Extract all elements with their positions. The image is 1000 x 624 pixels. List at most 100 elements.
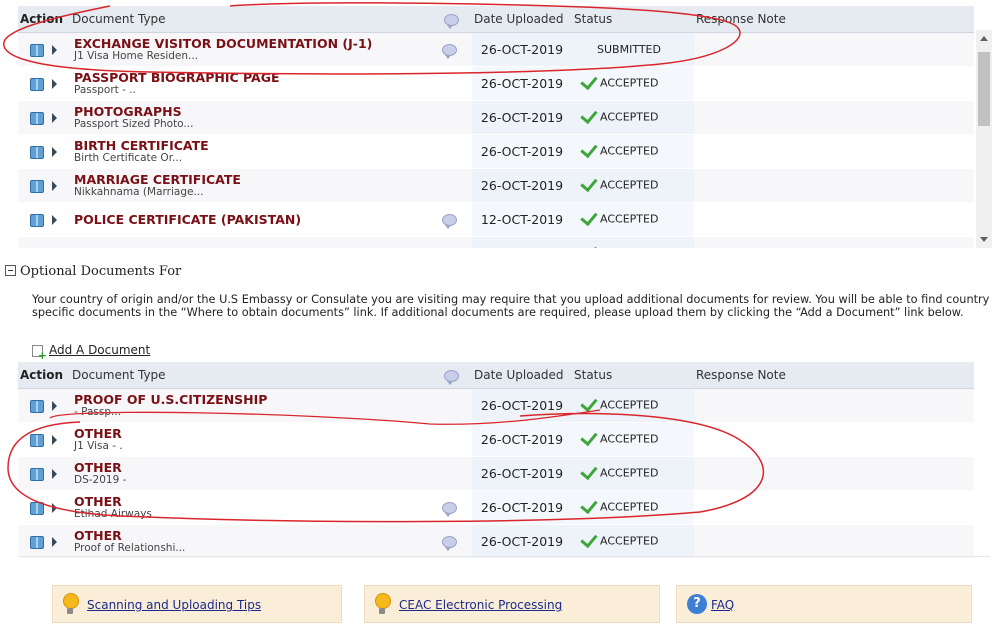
expand-arrow-icon[interactable] — [52, 181, 57, 191]
document-title[interactable]: MARRIAGE CERTIFICATE — [74, 173, 442, 186]
document-subtitle: - Passp... — [74, 405, 122, 418]
table-header: Action Document Type Date Uploaded Statu… — [18, 362, 974, 389]
help-circle-icon: ? — [687, 594, 707, 614]
row-action-cell — [18, 168, 70, 203]
scroll-down-arrow-icon[interactable] — [980, 237, 988, 242]
checkmark-icon — [580, 174, 598, 193]
document-type-cell: PROOF OF U.S.CITIZENSHIP - Passp... — [70, 388, 442, 423]
note-icon-cell — [442, 66, 472, 101]
expand-arrow-icon[interactable] — [52, 113, 57, 123]
document-title[interactable]: EXCHANGE VISITOR DOCUMENTATION (J-1) — [74, 37, 442, 50]
document-title[interactable]: OTHER — [74, 461, 442, 474]
document-title[interactable]: PROOF OF U.S.CITIZENSHIP — [74, 393, 442, 406]
document-type-cell: MARRIAGE CERTIFICATE Nikkahnama (Marriage… — [70, 168, 442, 203]
expand-arrow-icon[interactable] — [52, 147, 57, 157]
date-uploaded-cell: 26-OCT-2019 — [472, 422, 572, 457]
row-action-cell — [18, 524, 70, 559]
column-header-status: Status — [572, 362, 694, 389]
date-uploaded-cell: 26-OCT-2019 — [472, 100, 572, 135]
view-document-icon[interactable] — [30, 111, 44, 125]
note-bubble-icon — [444, 369, 459, 385]
view-document-icon[interactable] — [30, 501, 44, 515]
table-row: PASSPORT BIOGRAPHIC PAGE Passport - .. 26-… — [18, 66, 974, 101]
document-subtitle: J1 Visa - . — [74, 439, 123, 452]
note-icon-cell — [442, 134, 472, 169]
status-label: ACCEPTED — [600, 500, 659, 514]
response-note-cell — [694, 134, 974, 169]
expand-arrow-icon[interactable] — [52, 537, 57, 547]
expand-arrow-icon[interactable] — [52, 503, 57, 513]
expand-arrow-icon[interactable] — [52, 401, 57, 411]
status-label: ACCEPTED — [600, 110, 659, 124]
note-icon-cell — [442, 32, 472, 67]
status-label: ACCEPTED — [600, 212, 659, 226]
view-document-icon[interactable] — [30, 535, 44, 549]
document-title[interactable]: OTHER — [74, 495, 442, 508]
view-document-icon[interactable] — [30, 77, 44, 91]
document-title[interactable]: PASSPORT BIOGRAPHIC PAGE — [74, 71, 442, 84]
response-note-cell — [694, 168, 974, 203]
help-box-ceac[interactable]: CEAC Electronic Processing — [364, 585, 660, 623]
response-note-cell — [694, 388, 974, 423]
view-document-icon[interactable] — [30, 399, 44, 413]
table-row: EXCHANGE VISITOR DOCUMENTATION (J-1) J1 V… — [18, 32, 974, 67]
collapse-section-icon[interactable] — [5, 265, 16, 276]
expand-arrow-icon[interactable] — [52, 469, 57, 479]
response-note-cell — [694, 100, 974, 135]
note-icon-cell — [442, 100, 472, 135]
checkmark-icon — [580, 106, 598, 125]
document-title[interactable]: BIRTH CERTIFICATE — [74, 139, 442, 152]
optional-documents-table: Action Document Type Date Uploaded Statu… — [18, 362, 974, 559]
add-document-link[interactable]: Add A Document — [49, 343, 150, 357]
faq-link[interactable]: FAQ — [711, 598, 734, 612]
status-cell: ACCEPTED — [572, 524, 694, 559]
view-document-icon[interactable] — [30, 145, 44, 159]
scroll-up-arrow-icon[interactable] — [980, 36, 988, 41]
view-document-icon[interactable] — [30, 43, 44, 57]
optional-section-title: Optional Documents For — [20, 264, 182, 279]
response-note-cell — [694, 32, 974, 67]
scroll-thumb[interactable] — [978, 52, 990, 126]
document-type-cell: BIRTH CERTIFICATE — [70, 236, 442, 248]
add-document-icon[interactable] — [32, 344, 47, 361]
checkmark-icon — [580, 496, 598, 515]
row-action-cell — [18, 236, 70, 248]
document-subtitle: Proof of Relationshi... — [74, 541, 186, 554]
view-document-icon[interactable] — [30, 213, 44, 227]
ceac-processing-link[interactable]: CEAC Electronic Processing — [399, 598, 562, 612]
note-bubble-icon[interactable] — [442, 502, 457, 517]
column-header-note-icon — [442, 362, 472, 389]
table-scrollbar[interactable] — [976, 30, 992, 248]
note-icon-cell — [442, 388, 472, 423]
note-bubble-icon[interactable] — [442, 536, 457, 551]
expand-arrow-icon[interactable] — [52, 215, 57, 225]
status-label: ACCEPTED — [600, 76, 659, 90]
checkmark-icon — [580, 428, 598, 447]
document-title[interactable]: OTHER — [74, 427, 442, 440]
note-bubble-icon[interactable] — [442, 44, 457, 59]
document-title[interactable]: POLICE CERTIFICATE (PAKISTAN) — [74, 213, 442, 226]
note-icon-cell — [442, 422, 472, 457]
status-cell: ACCEPTED — [572, 456, 694, 491]
view-document-icon[interactable] — [30, 467, 44, 481]
add-document-link-wrap: Add A Document — [32, 343, 150, 361]
column-header-date-uploaded: Date Uploaded — [472, 6, 572, 33]
status-label: ACCEPTED — [600, 398, 659, 412]
help-box-faq[interactable]: ? FAQ — [676, 585, 972, 623]
view-document-icon[interactable] — [30, 433, 44, 447]
expand-arrow-icon[interactable] — [52, 435, 57, 445]
scanning-tips-link[interactable]: Scanning and Uploading Tips — [87, 598, 261, 612]
document-title[interactable]: OTHER — [74, 529, 442, 542]
document-title[interactable]: BIRTH CERTIFICATE — [74, 247, 442, 248]
document-subtitle: Birth Certificate Or... — [74, 151, 183, 164]
expand-arrow-icon[interactable] — [52, 79, 57, 89]
expand-arrow-icon[interactable] — [52, 45, 57, 55]
document-title[interactable]: PHOTOGRAPHS — [74, 105, 442, 118]
checkmark-icon — [580, 140, 598, 159]
date-uploaded-cell: 26-OCT-2019 — [472, 236, 572, 248]
view-document-icon[interactable] — [30, 179, 44, 193]
note-bubble-icon[interactable] — [442, 214, 457, 229]
checkmark-icon — [580, 242, 598, 248]
help-box-scanning[interactable]: Scanning and Uploading Tips — [52, 585, 342, 623]
view-document-icon[interactable] — [30, 247, 44, 248]
